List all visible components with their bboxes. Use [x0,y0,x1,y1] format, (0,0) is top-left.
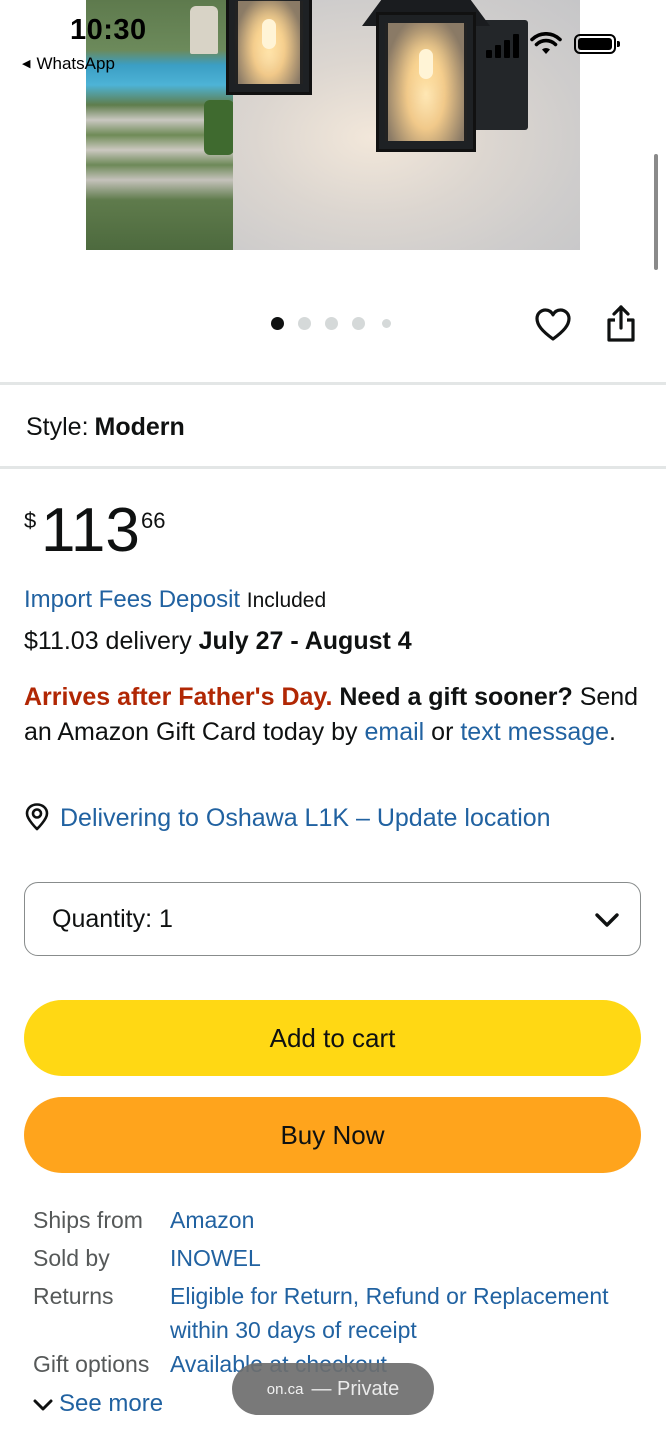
private-mode-label: — Private [311,1377,400,1400]
carousel-dot-3[interactable] [325,317,338,330]
price-symbol: $ [24,508,37,533]
cellular-signal-icon [486,34,522,58]
gift-text-message-link[interactable]: text message [460,718,609,746]
gift-end: . [609,718,616,746]
status-icons [486,30,626,58]
price-fraction: 66 [141,508,166,533]
lantern-right [376,12,476,152]
quantity-value: 1 [159,905,173,933]
detail-value-link[interactable]: Eligible for Return, Refund or Replaceme… [170,1279,640,1347]
gift-or: or [431,718,454,746]
divider [0,466,666,469]
location-text: Delivering to Oshawa L1K – Update locati… [60,804,551,832]
gift-warning: Arrives after Father's Day. [24,683,333,711]
gift-notice: Arrives after Father's Day. Need a gift … [24,680,644,750]
detail-value-link[interactable]: Amazon [170,1203,640,1237]
chevron-down-icon [595,913,619,927]
detail-key: Gift options [33,1351,150,1377]
chevron-down-icon [33,1399,53,1411]
style-label: Style: [26,413,89,441]
gift-question: Need a gift sooner? [339,683,573,711]
back-arrow-icon: ◀ [22,58,31,70]
gift-email-link[interactable]: email [364,718,424,746]
garden-shrub [204,100,234,155]
wishlist-heart-icon[interactable] [534,306,572,344]
import-fees-status: Included [246,589,327,612]
detail-key: Ships from [33,1207,143,1233]
carousel-dot-5[interactable] [382,319,391,328]
quantity-label: Quantity: 1 [52,905,173,933]
delivery-location-link[interactable]: Delivering to Oshawa L1K – Update locati… [24,803,551,833]
buy-now-button[interactable]: Buy Now [24,1097,641,1173]
delivery-cost: $11.03 delivery [24,627,192,655]
add-to-cart-button[interactable]: Add to cart [24,1000,641,1076]
battery-icon [574,34,620,54]
carousel-dot-1[interactable] [271,317,284,330]
style-selector[interactable]: Style: Modern [26,413,185,442]
style-value: Modern [94,413,185,441]
share-icon[interactable] [604,304,638,344]
delivery-dates: July 27 - August 4 [198,627,412,655]
divider [0,382,666,385]
detail-key: Returns [33,1283,114,1309]
delivery-info: $11.03 delivery July 27 - August 4 [24,627,412,656]
back-to-app-link[interactable]: ◀ WhatsApp [22,54,115,74]
detail-key: Sold by [33,1245,110,1271]
wifi-icon [530,32,562,54]
detail-value-link[interactable]: INOWEL [170,1241,640,1275]
carousel-dot-4[interactable] [352,317,365,330]
browser-address-pill[interactable]: on.ca — Private [232,1363,434,1415]
see-more-label: See more [59,1390,164,1417]
status-time: 10:30 [70,14,147,46]
back-app-label: WhatsApp [36,54,115,73]
see-more-link[interactable]: See more [33,1390,163,1418]
import-fees-link[interactable]: Import Fees Deposit [24,586,240,613]
location-pin-icon [25,803,49,831]
lantern-left [226,0,312,95]
browser-domain: on.ca [266,1380,304,1398]
garden-urn [190,6,218,54]
scroll-indicator [654,154,658,270]
import-fees: Import Fees Deposit Included [24,586,326,614]
quantity-select[interactable]: Quantity: 1 [24,882,641,956]
price-whole: 113 [41,496,140,565]
carousel-dot-2[interactable] [298,317,311,330]
